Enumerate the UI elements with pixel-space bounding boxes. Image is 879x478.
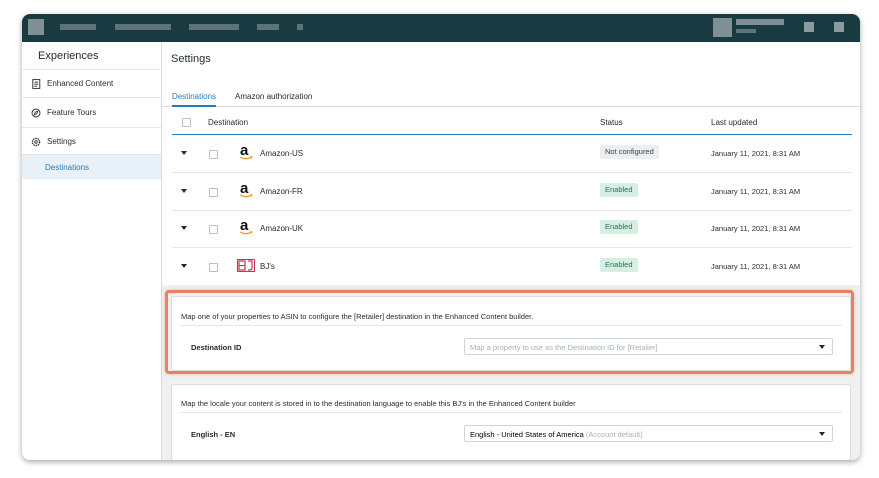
sidebar-item-feature-tours[interactable]: Feature Tours bbox=[22, 97, 161, 127]
sidebar-title: Experiences bbox=[38, 50, 99, 62]
panel-description: Map the locale your content is stored in… bbox=[181, 399, 576, 408]
app-window: Experiences Enhanced Content Feature Tou… bbox=[22, 14, 860, 460]
apps-icon[interactable] bbox=[834, 22, 844, 32]
nav-placeholder-3[interactable] bbox=[189, 24, 239, 30]
status-badge: Enabled bbox=[600, 183, 638, 197]
sidebar-item-label: Settings bbox=[47, 137, 76, 146]
amazon-logo: a bbox=[238, 142, 256, 162]
locale-select-value: English - United States of America (Acco… bbox=[470, 430, 643, 439]
tab-amazon-authorization[interactable]: Amazon authorization bbox=[235, 91, 312, 105]
table-row: a Amazon-UK Enabled January 11, 2021, 8:… bbox=[172, 210, 852, 248]
nav-placeholder-5[interactable] bbox=[297, 24, 303, 30]
last-updated: January 11, 2021, 8:31 AM bbox=[711, 149, 801, 158]
expand-caret-icon[interactable] bbox=[181, 151, 187, 155]
table-row: BJ's Enabled January 11, 2021, 8:31 AM bbox=[172, 248, 852, 285]
locale-mapping-panel: Map the locale your content is stored in… bbox=[171, 384, 851, 460]
highlight-outline bbox=[165, 290, 854, 374]
expanded-row-details: Map one of your properties to ASIN to co… bbox=[162, 285, 860, 460]
tour-icon bbox=[31, 108, 41, 118]
destination-name: Amazon-FR bbox=[260, 187, 303, 196]
status-badge: Enabled bbox=[600, 220, 638, 234]
table-header: Destination Status Last updated bbox=[172, 110, 852, 135]
locale-value-note: (Account default) bbox=[585, 430, 643, 439]
help-icon[interactable] bbox=[804, 22, 814, 32]
bjs-logo bbox=[237, 259, 255, 272]
top-navigation-bar bbox=[22, 14, 860, 42]
status-badge: Not configured bbox=[600, 145, 659, 159]
page-title: Settings bbox=[171, 53, 211, 65]
main-content: Settings Destinations Amazon authorizati… bbox=[162, 42, 860, 460]
sidebar-item-label: Enhanced Content bbox=[47, 79, 114, 88]
column-header-last-updated[interactable]: Last updated bbox=[711, 118, 757, 127]
expand-caret-icon[interactable] bbox=[181, 189, 187, 193]
document-icon bbox=[31, 78, 41, 89]
sidebar-item-enhanced-content[interactable]: Enhanced Content bbox=[22, 69, 161, 97]
locale-value: English - United States of America bbox=[470, 430, 584, 439]
app-logo[interactable] bbox=[28, 19, 44, 35]
select-all-checkbox[interactable] bbox=[182, 118, 191, 127]
expand-caret-icon[interactable] bbox=[181, 226, 187, 230]
destination-name: Amazon-UK bbox=[260, 224, 304, 233]
amazon-logo: a bbox=[238, 180, 256, 200]
tab-bar: Destinations Amazon authorization bbox=[162, 91, 860, 107]
expand-caret-icon[interactable] bbox=[181, 264, 187, 268]
sidebar: Experiences Enhanced Content Feature Tou… bbox=[22, 42, 162, 460]
last-updated: January 11, 2021, 8:31 AM bbox=[711, 224, 801, 233]
row-checkbox[interactable] bbox=[209, 150, 218, 159]
user-avatar[interactable] bbox=[713, 18, 732, 37]
row-checkbox[interactable] bbox=[209, 263, 218, 272]
column-header-destination[interactable]: Destination bbox=[208, 118, 248, 127]
nav-placeholder-2[interactable] bbox=[115, 24, 171, 30]
chevron-down-icon bbox=[819, 432, 825, 436]
table-row: a Amazon-FR Enabled January 11, 2021, 8:… bbox=[172, 173, 852, 211]
locale-select[interactable]: English - United States of America (Acco… bbox=[464, 425, 833, 442]
user-name-placeholder bbox=[736, 19, 784, 25]
sidebar-item-label: Feature Tours bbox=[47, 108, 97, 117]
row-checkbox[interactable] bbox=[209, 188, 218, 197]
nav-placeholder-4[interactable] bbox=[257, 24, 279, 30]
nav-placeholder-1[interactable] bbox=[60, 24, 96, 30]
amazon-logo: a bbox=[238, 217, 256, 237]
gear-icon bbox=[31, 137, 41, 147]
tab-destinations[interactable]: Destinations bbox=[172, 91, 217, 107]
panel-divider bbox=[181, 412, 842, 413]
row-checkbox[interactable] bbox=[209, 225, 218, 234]
sidebar-item-settings[interactable]: Settings bbox=[22, 127, 161, 155]
destination-name: BJ's bbox=[260, 262, 275, 271]
locale-label: English - EN bbox=[191, 430, 236, 439]
last-updated: January 11, 2021, 8:31 AM bbox=[711, 187, 801, 196]
table-row: a Amazon-US Not configured January 11, 2… bbox=[172, 135, 852, 173]
last-updated: January 11, 2021, 8:31 AM bbox=[711, 262, 801, 271]
sidebar-subitem-destinations[interactable]: Destinations bbox=[22, 155, 161, 179]
status-badge: Enabled bbox=[600, 258, 638, 272]
user-org-placeholder bbox=[736, 29, 756, 33]
destination-name: Amazon-US bbox=[260, 149, 304, 158]
column-header-status[interactable]: Status bbox=[600, 118, 623, 127]
